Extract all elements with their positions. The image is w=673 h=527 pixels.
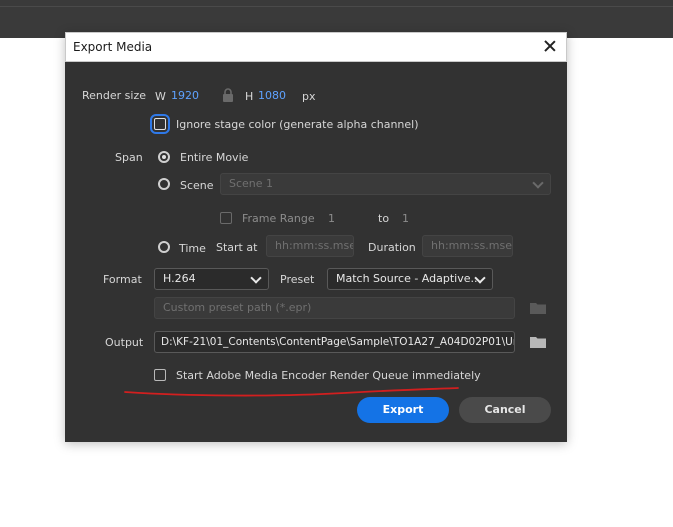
duration-placeholder: hh:mm:ss.msec	[431, 239, 513, 252]
folder-icon[interactable]	[530, 336, 546, 348]
start-at-placeholder: hh:mm:ss.msec	[275, 239, 354, 252]
preset-label: Preset	[280, 273, 315, 286]
format-label: Format	[103, 273, 142, 286]
chevron-down-icon	[250, 272, 262, 284]
output-label: Output	[105, 336, 144, 349]
start-at-label: Start at	[216, 241, 258, 254]
start-encoder-checkbox[interactable]	[154, 369, 166, 381]
chevron-down-icon	[532, 177, 544, 189]
scene-label: Scene	[180, 179, 214, 192]
preset-select-value: Match Source - Adaptive...	[336, 272, 481, 285]
dialog-titlebar: Export Media	[65, 32, 567, 62]
frame-range-checkbox[interactable]	[220, 212, 232, 224]
frame-from-value[interactable]: 1	[328, 212, 335, 225]
custom-preset-input[interactable]: Custom preset path (*.epr)	[154, 297, 515, 319]
dialog-title: Export Media	[73, 40, 153, 54]
export-button[interactable]: Export	[357, 397, 449, 423]
close-icon[interactable]	[542, 38, 558, 54]
format-select-value: H.264	[163, 272, 196, 285]
height-value[interactable]: 1080	[258, 89, 286, 102]
frame-to-label: to	[378, 212, 390, 225]
custom-preset-placeholder: Custom preset path (*.epr)	[163, 301, 312, 314]
frame-to-value[interactable]: 1	[402, 212, 409, 225]
red-underline-annotation	[124, 387, 459, 397]
start-encoder-label: Start Adobe Media Encoder Render Queue i…	[176, 369, 481, 382]
frame-range-label: Frame Range	[242, 212, 315, 225]
entire-movie-radio[interactable]	[158, 151, 170, 163]
folder-icon[interactable]	[530, 302, 546, 314]
duration-label: Duration	[368, 241, 416, 254]
time-label: Time	[179, 242, 206, 255]
width-value[interactable]: 1920	[171, 89, 199, 102]
cancel-button[interactable]: Cancel	[459, 397, 551, 423]
ignore-stage-color-label: Ignore stage color (generate alpha chann…	[176, 118, 419, 131]
start-at-input[interactable]: hh:mm:ss.msec	[266, 235, 354, 257]
height-label: H	[245, 90, 254, 103]
format-select[interactable]: H.264	[154, 268, 269, 290]
scene-select[interactable]: Scene 1	[220, 173, 551, 195]
output-path-input[interactable]: D:\KF-21\01_Contents\ContentPage\Sample\…	[154, 331, 515, 353]
top-bar-divider	[0, 6, 673, 7]
render-size-label: Render size	[82, 89, 146, 102]
ignore-stage-color-checkbox[interactable]	[150, 114, 170, 134]
entire-movie-label: Entire Movie	[180, 151, 249, 164]
scene-radio[interactable]	[158, 178, 170, 190]
duration-input[interactable]: hh:mm:ss.msec	[422, 235, 513, 257]
scene-select-value: Scene 1	[229, 177, 274, 190]
output-path-value: D:\KF-21\01_Contents\ContentPage\Sample\…	[161, 336, 515, 348]
export-media-dialog: Export Media Render size W 1920 H 1080 p…	[65, 32, 567, 442]
lock-icon[interactable]	[222, 88, 234, 102]
width-label: W	[155, 90, 166, 103]
time-radio[interactable]	[158, 241, 170, 253]
render-size-unit: px	[302, 90, 316, 103]
preset-select[interactable]: Match Source - Adaptive...	[327, 268, 493, 290]
span-label: Span	[115, 151, 143, 164]
